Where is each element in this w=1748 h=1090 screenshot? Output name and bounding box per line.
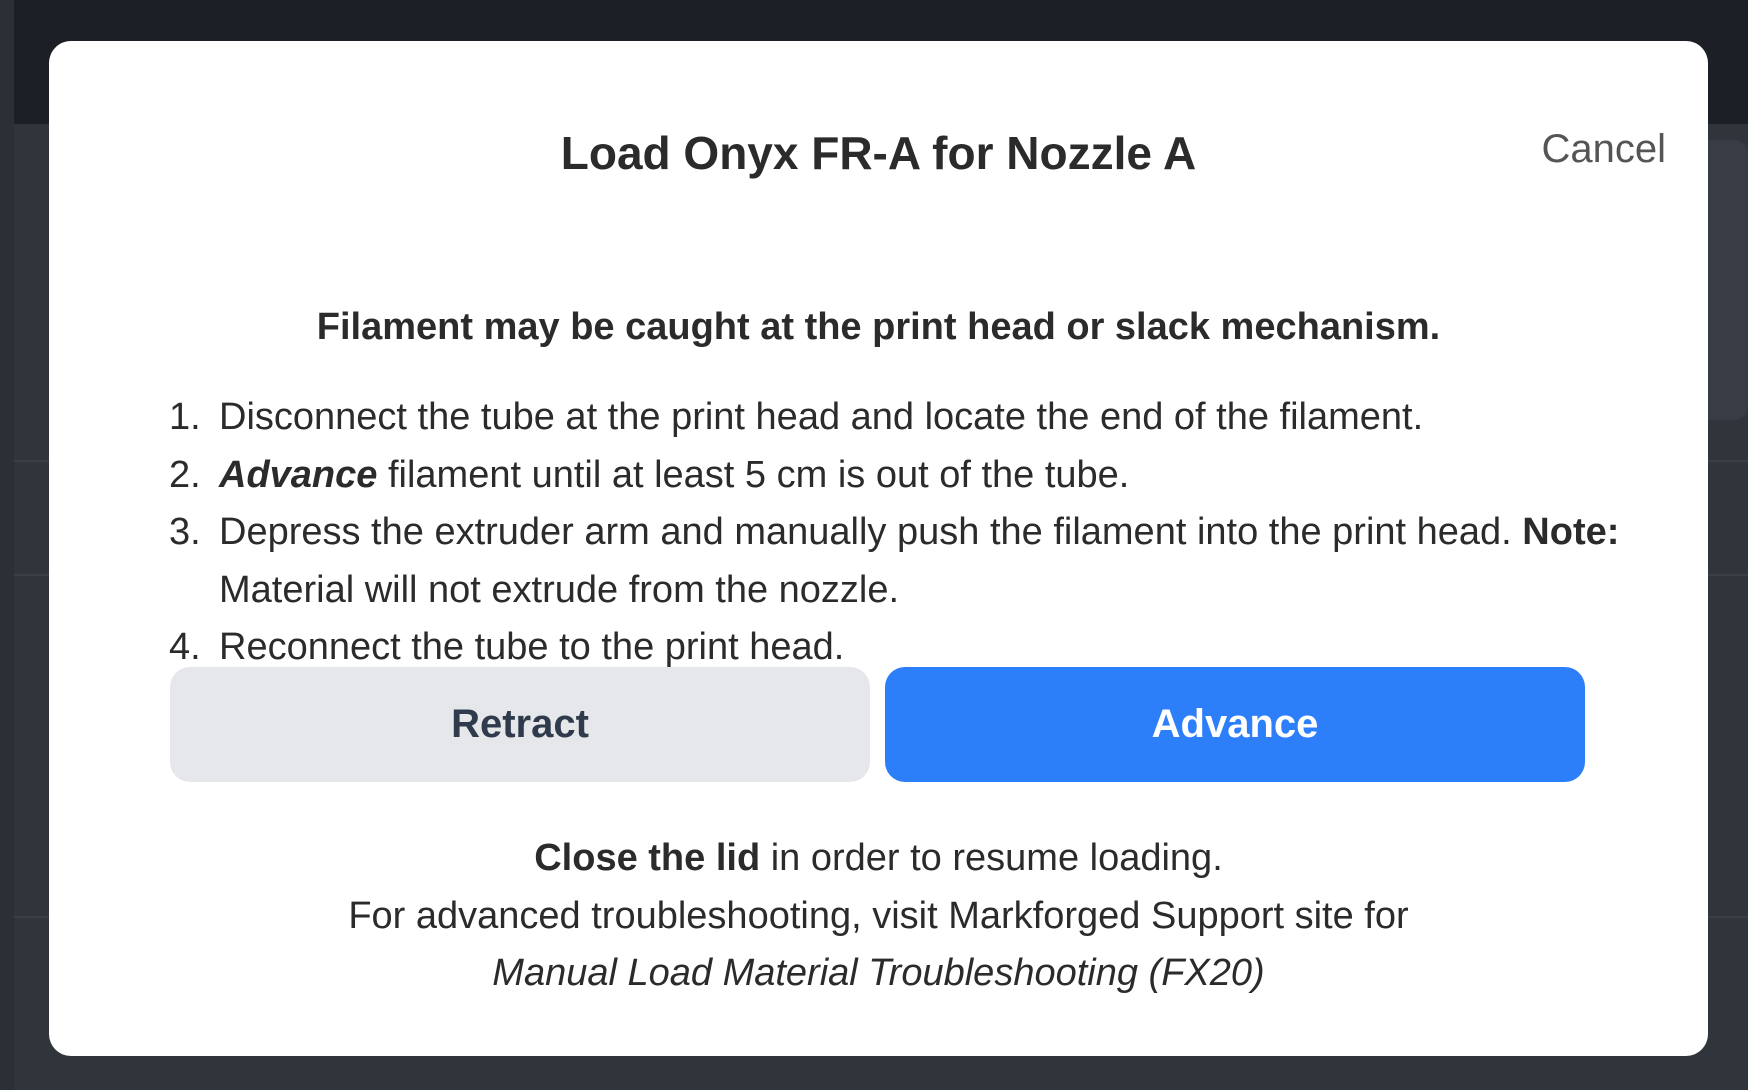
warning-message: Filament may be caught at the print head… (316, 306, 1441, 348)
cancel-button[interactable]: Cancel (1541, 121, 1666, 177)
step-number: 2. (169, 453, 201, 496)
step-text: Depress the extruder arm and manually pu… (219, 511, 1512, 553)
resume-instruction: Close the lid in order to resume loading… (49, 830, 1708, 888)
support-text: For advanced troubleshooting, visit Mark… (348, 894, 1409, 937)
step-item: 2. Advance filament until at least 5 cm i… (129, 447, 1629, 505)
close-lid-text: Close the lid (534, 837, 761, 879)
note-text: Material will not extrude from the nozzl… (219, 568, 900, 611)
step-number: 3. (169, 511, 201, 553)
retract-button[interactable]: Retract (170, 667, 870, 782)
dialog-footer: Close the lid in order to resume loading… (49, 830, 1708, 1003)
step-text: Reconnect the tube to the print head. (219, 626, 845, 668)
dialog-title: Load Onyx FR-A for Nozzle A (560, 127, 1197, 179)
resume-text: in order to resume loading. (770, 837, 1223, 879)
step-item: 1. Disconnect the tube at the print head … (129, 389, 1629, 447)
step-text: Disconnect the tube at the print head an… (219, 396, 1424, 438)
step-number: 1. (169, 396, 201, 438)
step-item: 3. Depress the extruder arm and manually … (129, 504, 1629, 619)
step-emphasis: Advance (219, 453, 378, 496)
note-label: Note: (1522, 511, 1620, 553)
load-material-dialog: Load Onyx FR-A for Nozzle A Cancel Filam… (49, 41, 1708, 1056)
step-text: filament until at least 5 cm is out of t… (387, 453, 1130, 496)
advance-button[interactable]: Advance (885, 667, 1585, 782)
instruction-steps: 1. Disconnect the tube at the print head … (129, 389, 1629, 677)
support-article-title: Manual Load Material Troubleshooting (FX… (492, 952, 1265, 994)
